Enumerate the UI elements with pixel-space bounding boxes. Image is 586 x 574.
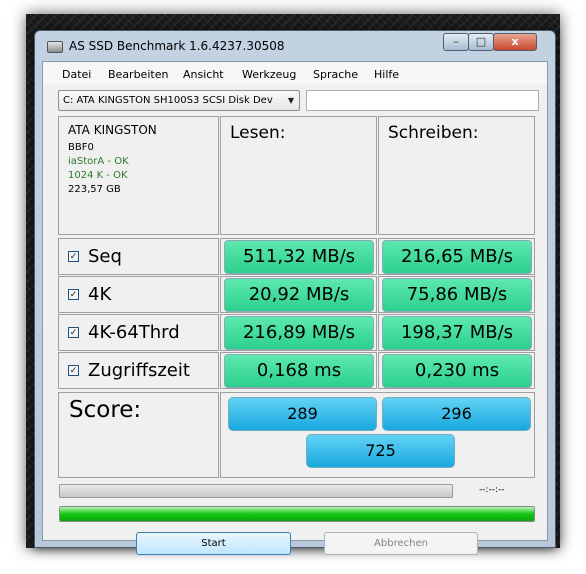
score-total: 725 (306, 434, 455, 468)
row-label-4k64: 4K-64Thrd (88, 322, 180, 343)
menu-werkzeug[interactable]: Werkzeug (242, 68, 296, 81)
read-header-cell: Lesen: (220, 116, 377, 235)
drive-info-panel: ATA KINGSTON BBF0 iaStorA - OK 1024 K - … (58, 116, 219, 235)
menu-ansicht[interactable]: Ansicht (183, 68, 224, 81)
close-button[interactable]: x (493, 33, 537, 51)
cancel-button[interactable]: Abbrechen (324, 532, 478, 555)
app-window: AS SSD Benchmark 1.6.4237.30508 – □ x Da… (34, 30, 556, 555)
access-write-cell: 0,230 ms (378, 352, 535, 389)
alignment-status: 1024 K - OK (68, 170, 128, 181)
read-header: Lesen: (230, 123, 286, 143)
elapsed-timer: --:--:-- (479, 485, 505, 495)
4k64-read-result: 216,89 MB/s (224, 316, 374, 350)
drive-select-value: C: ATA KINGSTON SH100S3 SCSI Disk Dev (63, 95, 273, 106)
seq-read-cell: 511,32 MB/s (220, 238, 377, 275)
4k-write-cell: 75,86 MB/s (378, 276, 535, 313)
score-label: Score: (69, 397, 142, 423)
overall-progress-bar (59, 506, 535, 522)
status-textbox[interactable] (306, 90, 539, 111)
score-label-cell: Score: (58, 392, 219, 478)
menu-bearbeiten[interactable]: Bearbeiten (108, 68, 168, 81)
row-label-access-time: Zugriffszeit (88, 360, 190, 381)
4k64-write-cell: 198,37 MB/s (378, 314, 535, 351)
maximize-button[interactable]: □ (468, 33, 494, 51)
drive-select[interactable]: C: ATA KINGSTON SH100S3 SCSI Disk Dev ▼ (58, 90, 300, 111)
4k-read-result: 20,92 MB/s (224, 278, 374, 312)
window-title: AS SSD Benchmark 1.6.4237.30508 (69, 39, 285, 53)
4k-read-cell: 20,92 MB/s (220, 276, 377, 313)
seq-write-result: 216,65 MB/s (382, 240, 532, 274)
seq-checkbox[interactable]: ✓ (68, 251, 79, 262)
minimize-button[interactable]: – (443, 33, 469, 51)
row-access-label-cell: ✓ Zugriffszeit (58, 352, 219, 389)
overall-progress-fill (60, 507, 534, 521)
4k64-checkbox[interactable]: ✓ (68, 327, 79, 338)
score-values-cell: 289 296 725 (220, 392, 535, 478)
menu-datei[interactable]: Datei (62, 68, 91, 81)
score-write: 296 (382, 397, 531, 431)
title-bar[interactable]: AS SSD Benchmark 1.6.4237.30508 – □ x (35, 31, 555, 61)
write-header-cell: Schreiben: (378, 116, 535, 235)
app-drive-icon (47, 41, 63, 53)
menu-bar: Datei Bearbeiten Ansicht Werkzeug Sprach… (43, 62, 547, 84)
start-button[interactable]: Start (136, 532, 291, 555)
access-read-cell: 0,168 ms (220, 352, 377, 389)
write-header: Schreiben: (388, 123, 479, 143)
row-4k-label-cell: ✓ 4K (58, 276, 219, 313)
row-seq-label-cell: ✓ Seq (58, 238, 219, 275)
drive-model: ATA KINGSTON (68, 123, 157, 137)
row-label-seq: Seq (88, 246, 122, 267)
seq-read-result: 511,32 MB/s (224, 240, 374, 274)
driver-status: iaStorA - OK (68, 156, 129, 167)
access-write-result: 0,230 ms (382, 354, 532, 388)
4k64-read-cell: 216,89 MB/s (220, 314, 377, 351)
test-progress-bar (59, 484, 453, 498)
menu-hilfe[interactable]: Hilfe (374, 68, 399, 81)
drive-firmware: BBF0 (68, 142, 94, 153)
row-4k64-label-cell: ✓ 4K-64Thrd (58, 314, 219, 351)
access-time-checkbox[interactable]: ✓ (68, 365, 79, 376)
client-area: Datei Bearbeiten Ansicht Werkzeug Sprach… (42, 61, 548, 555)
4k-write-result: 75,86 MB/s (382, 278, 532, 312)
drive-capacity: 223,57 GB (68, 184, 121, 195)
4k64-write-result: 198,37 MB/s (382, 316, 532, 350)
seq-write-cell: 216,65 MB/s (378, 238, 535, 275)
row-label-4k: 4K (88, 284, 112, 305)
access-read-result: 0,168 ms (224, 354, 374, 388)
score-read: 289 (228, 397, 377, 431)
4k-checkbox[interactable]: ✓ (68, 289, 79, 300)
menu-sprache[interactable]: Sprache (313, 68, 358, 81)
chevron-down-icon: ▼ (287, 96, 294, 105)
